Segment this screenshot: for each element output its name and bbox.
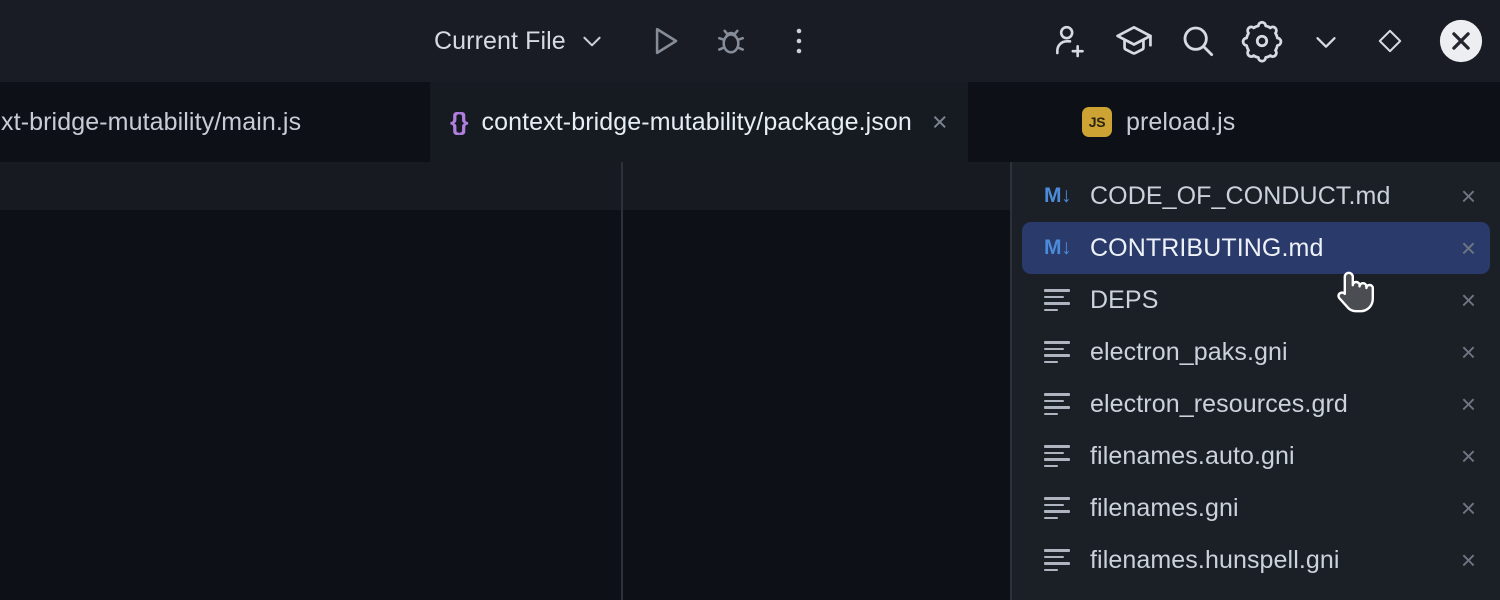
list-item[interactable]: electron_paks.gni × bbox=[1022, 326, 1490, 378]
editor-tab-package-json[interactable]: {} context-bridge-mutability/package.jso… bbox=[430, 82, 968, 162]
graduation-cap-icon[interactable] bbox=[1102, 0, 1166, 82]
list-item[interactable]: filenames.auto.gni × bbox=[1022, 430, 1490, 482]
text-file-icon bbox=[1044, 289, 1074, 311]
editor-tab-label: context-bridge-mutability/package.json bbox=[481, 108, 911, 137]
text-file-icon bbox=[1044, 549, 1074, 571]
toolbar-right-actions bbox=[1038, 0, 1500, 82]
list-item[interactable]: M↓ CODE_OF_CONDUCT.md × bbox=[1022, 170, 1490, 222]
search-icon[interactable] bbox=[1166, 0, 1230, 82]
list-item-label: filenames.auto.gni bbox=[1090, 442, 1435, 471]
debug-bug-icon[interactable] bbox=[712, 22, 750, 60]
run-configuration-selector[interactable]: Current File bbox=[434, 0, 605, 82]
list-item-label: CONTRIBUTING.md bbox=[1090, 234, 1435, 263]
main-toolbar: Current File bbox=[0, 0, 1500, 82]
text-file-icon bbox=[1044, 445, 1074, 467]
markdown-file-icon: M↓ bbox=[1044, 184, 1074, 208]
tab-overflow-dropdown: M↓ CODE_OF_CONDUCT.md × M↓ CONTRIBUTING.… bbox=[1010, 162, 1500, 600]
diamond-icon[interactable] bbox=[1358, 0, 1422, 82]
list-item-label: DEPS bbox=[1090, 286, 1435, 315]
settings-gear-icon[interactable] bbox=[1230, 0, 1294, 82]
markdown-file-icon: M↓ bbox=[1044, 236, 1074, 260]
list-item[interactable]: electron_resources.grd × bbox=[1022, 378, 1490, 430]
list-item[interactable]: filenames.gni × bbox=[1022, 482, 1490, 534]
text-file-icon bbox=[1044, 497, 1074, 519]
list-item[interactable]: DEPS × bbox=[1022, 274, 1490, 326]
editor-split-divider[interactable] bbox=[621, 162, 623, 600]
editor-tab-close-icon[interactable]: × bbox=[932, 109, 948, 136]
close-icon[interactable]: × bbox=[1451, 443, 1476, 469]
json-file-icon: {} bbox=[450, 108, 467, 137]
editor-tab-label: text-bridge-mutability/main.js bbox=[0, 108, 301, 137]
close-icon[interactable]: × bbox=[1451, 235, 1476, 261]
editor-tab-bar: JS text-bridge-mutability/main.js {} con… bbox=[0, 82, 1500, 162]
chevron-down-icon[interactable] bbox=[1294, 0, 1358, 82]
chevron-down-icon[interactable] bbox=[579, 28, 605, 54]
list-item[interactable]: filenames.hunspell.gni × bbox=[1022, 534, 1490, 586]
run-play-icon[interactable] bbox=[646, 22, 684, 60]
close-icon[interactable]: × bbox=[1451, 339, 1476, 365]
close-icon[interactable]: × bbox=[1451, 183, 1476, 209]
close-icon[interactable]: × bbox=[1451, 547, 1476, 573]
close-icon[interactable]: × bbox=[1451, 287, 1476, 313]
run-configuration-label: Current File bbox=[434, 27, 566, 56]
editor-tab-preload-js[interactable]: JS preload.js bbox=[1062, 82, 1255, 162]
list-item[interactable]: M↓ CONTRIBUTING.md × bbox=[1022, 222, 1490, 274]
list-item-label: filenames.gni bbox=[1090, 494, 1435, 523]
list-item-label: electron_resources.grd bbox=[1090, 390, 1435, 419]
close-circle-icon[interactable] bbox=[1422, 0, 1500, 82]
close-icon[interactable]: × bbox=[1451, 391, 1476, 417]
editor-tab-label: preload.js bbox=[1126, 108, 1235, 137]
list-item-label: CODE_OF_CONDUCT.md bbox=[1090, 182, 1435, 211]
ide-window: Current File bbox=[0, 0, 1500, 600]
list-item-label: filenames.hunspell.gni bbox=[1090, 546, 1435, 575]
js-file-icon: JS bbox=[1082, 107, 1112, 137]
close-icon[interactable]: × bbox=[1451, 495, 1476, 521]
more-vertical-icon[interactable] bbox=[786, 26, 812, 56]
text-file-icon bbox=[1044, 393, 1074, 415]
add-user-icon[interactable] bbox=[1038, 0, 1102, 82]
editor-tab-main-js[interactable]: JS text-bridge-mutability/main.js bbox=[0, 82, 321, 162]
list-item-label: electron_paks.gni bbox=[1090, 338, 1435, 367]
text-file-icon bbox=[1044, 341, 1074, 363]
